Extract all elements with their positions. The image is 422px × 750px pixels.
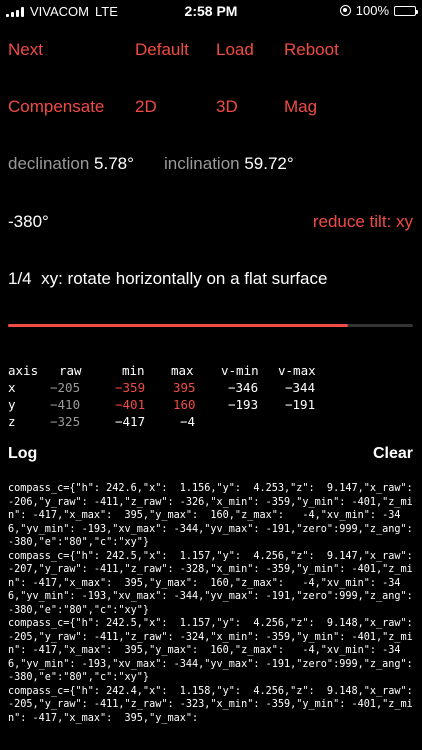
mode-3d-button[interactable]: 3D <box>216 97 238 117</box>
inclination-label: inclination <box>164 154 240 173</box>
v-max-value: −191 <box>285 397 316 412</box>
step-progress-fill <box>8 324 349 327</box>
header-v-max: v-max <box>278 363 316 378</box>
inclination-readout: inclination 59.72° <box>164 154 294 174</box>
header-min: min <box>122 363 145 378</box>
raw-value: −410 <box>50 397 81 412</box>
min-value: −417 <box>115 414 146 429</box>
min-value: −359 <box>115 380 146 395</box>
status-right: 100% <box>339 3 418 18</box>
reboot-button[interactable]: Reboot <box>284 40 339 60</box>
step-text: xy: rotate horizontally on a flat surfac… <box>41 269 328 288</box>
table-row: x −205 −359 395 −346 −344 <box>8 380 408 397</box>
battery-icon <box>394 5 418 16</box>
step-index: 1/4 <box>8 269 32 288</box>
default-button[interactable]: Default <box>135 40 189 60</box>
reduce-tilt-label: reduce tilt: xy <box>312 212 413 231</box>
log-title: Log <box>8 445 38 462</box>
axis-name: z <box>8 414 16 429</box>
orientation-lock-icon <box>339 5 351 16</box>
table-row: y −410 −401 160 −193 −191 <box>8 397 408 414</box>
max-value: 160 <box>173 397 196 412</box>
v-min-value: −346 <box>228 380 259 395</box>
declination-readout: declination 5.78° <box>8 154 134 174</box>
header-axis: axis <box>8 363 39 378</box>
log-output[interactable]: compass_c={"h": 242.6,"x": 1.156,"y": 4.… <box>8 482 418 725</box>
v-max-value: −344 <box>285 380 316 395</box>
battery-percent: 100% <box>355 3 389 18</box>
raw-value: −205 <box>50 380 81 395</box>
axis-table-header: axis raw min max v-min v-max <box>8 363 408 380</box>
min-value: −401 <box>115 397 146 412</box>
declination-value: 5.78° <box>94 154 134 173</box>
step-progress-bar <box>8 324 413 327</box>
angle-readout: -380° <box>8 212 49 231</box>
clear-log-button[interactable]: Clear <box>373 445 413 463</box>
load-button[interactable]: Load <box>216 40 254 60</box>
step-instruction: 1/4 xy: rotate horizontally on a flat su… <box>8 269 327 289</box>
header-max: max <box>171 363 194 378</box>
raw-value: −325 <box>50 414 81 429</box>
next-button[interactable]: Next <box>8 40 43 60</box>
axis-table: axis raw min max v-min v-max x −205 −359… <box>8 363 408 431</box>
axis-name: x <box>8 380 16 395</box>
mode-2d-button[interactable]: 2D <box>135 97 157 117</box>
table-row: z −325 −417 −4 <box>8 414 408 431</box>
header-raw: raw <box>59 363 82 378</box>
header-v-min: v-min <box>221 363 259 378</box>
declination-label: declination <box>8 154 90 173</box>
status-bar: VIVACOM LTE 2:58 PM 100% <box>0 0 422 22</box>
max-value: −4 <box>180 414 196 429</box>
inclination-value: 59.72° <box>244 154 294 173</box>
max-value: 395 <box>173 380 196 395</box>
compensate-button[interactable]: Compensate <box>8 97 104 117</box>
mag-button[interactable]: Mag <box>284 97 317 117</box>
axis-name: y <box>8 397 16 412</box>
v-min-value: −193 <box>228 397 259 412</box>
